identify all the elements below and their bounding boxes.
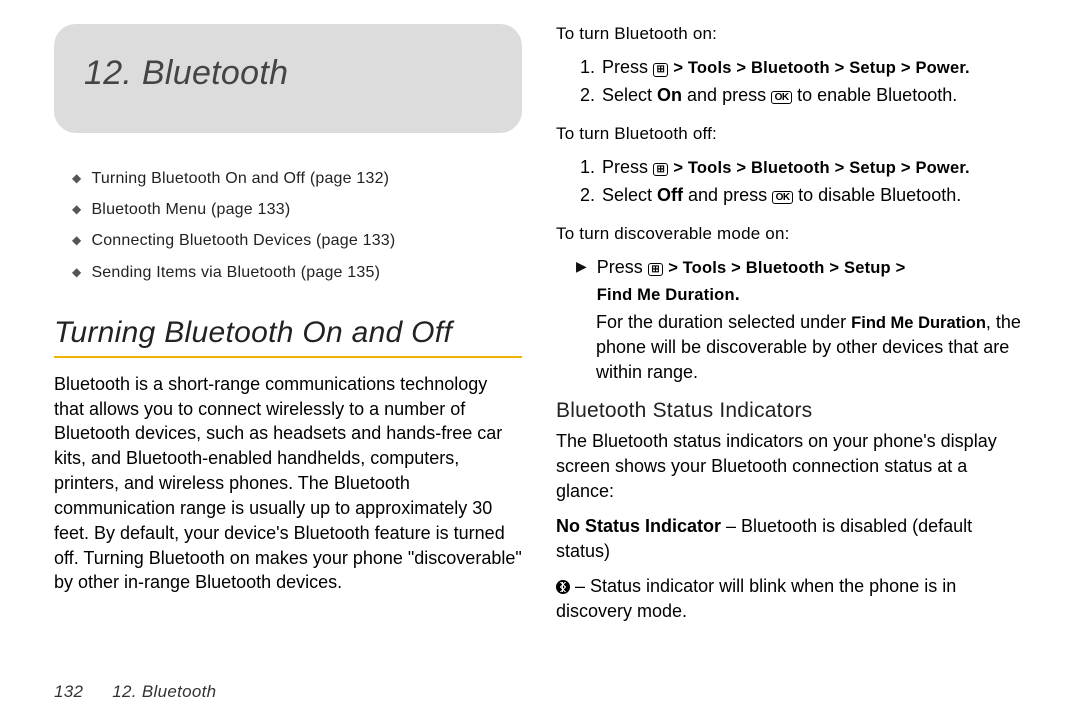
- step-text: to disable Bluetooth.: [793, 185, 961, 205]
- status-indicator-none: No Status Indicator – Bluetooth is disab…: [556, 514, 1024, 564]
- toc-item: ◆ Connecting Bluetooth Devices (page 133…: [72, 225, 522, 256]
- right-column: To turn Bluetooth on: Press ⊞ > Tools > …: [556, 24, 1024, 676]
- menu-key-icon: ⊞: [648, 263, 663, 277]
- path-separator: >: [673, 59, 683, 77]
- bluetooth-icon: [556, 580, 570, 594]
- step-text: Press: [602, 57, 653, 77]
- step-item: Press ⊞ > Tools > Bluetooth > Setup > Po…: [600, 154, 1024, 182]
- chapter-number: 12.: [84, 54, 132, 92]
- status-label: No Status Indicator: [556, 516, 721, 536]
- status-indicator-discovery: – Status indicator will blink when the p…: [556, 574, 1024, 624]
- menu-key-icon: ⊞: [653, 163, 668, 177]
- bullet-diamond-icon: ◆: [72, 257, 81, 287]
- menu-path: Tools > Bluetooth > Setup > Power.: [683, 59, 970, 77]
- discoverable-note: For the duration selected under Find Me …: [596, 310, 1024, 386]
- step-text: and press: [682, 85, 771, 105]
- sub-heading: Bluetooth Status Indicators: [556, 399, 1024, 423]
- step-text: to enable Bluetooth.: [792, 85, 957, 105]
- toc-list: ◆ Turning Bluetooth On and Off (page 132…: [72, 163, 522, 288]
- step-text: Select: [602, 85, 657, 105]
- page-number: 132: [54, 682, 83, 701]
- toc-item: ◆ Turning Bluetooth On and Off (page 132…: [72, 163, 522, 194]
- page-footer: 132 12. Bluetooth: [54, 676, 1040, 720]
- lead-text: To turn Bluetooth on:: [556, 24, 1024, 44]
- steps-turn-off: Press ⊞ > Tools > Bluetooth > Setup > Po…: [556, 154, 1024, 210]
- lead-text: To turn Bluetooth off:: [556, 124, 1024, 144]
- path-separator: >: [673, 159, 683, 177]
- two-column-layout: 12. Bluetooth ◆ Turning Bluetooth On and…: [54, 24, 1040, 676]
- bullet-diamond-icon: ◆: [72, 225, 81, 255]
- toc-item: ◆ Sending Items via Bluetooth (page 135): [72, 257, 522, 288]
- chapter-name: Bluetooth: [142, 54, 288, 92]
- steps-turn-on: Press ⊞ > Tools > Bluetooth > Setup > Po…: [556, 54, 1024, 110]
- period: .: [735, 284, 740, 304]
- bullet-diamond-icon: ◆: [72, 163, 81, 193]
- step-item: Press ⊞ > Tools > Bluetooth > Setup > Po…: [600, 54, 1024, 82]
- menu-path: Tools > Bluetooth > Setup >: [678, 259, 906, 277]
- triangle-bullet-icon: ▶: [576, 254, 587, 308]
- find-me-label: Find Me Duration: [851, 314, 986, 332]
- left-column: 12. Bluetooth ◆ Turning Bluetooth On and…: [54, 24, 522, 676]
- toc-item: ◆ Bluetooth Menu (page 133): [72, 194, 522, 225]
- note-text: For the duration selected under: [596, 312, 851, 332]
- intro-paragraph: Bluetooth is a short-range communication…: [54, 372, 522, 595]
- chapter-title: 12. Bluetooth: [84, 54, 288, 92]
- toc-item-label: Bluetooth Menu (page 133): [91, 194, 290, 225]
- arrow-step-content: Press ⊞ > Tools > Bluetooth > Setup > Fi…: [597, 254, 906, 308]
- menu-path: Find Me Duration: [597, 286, 735, 304]
- bullet-diamond-icon: ◆: [72, 194, 81, 224]
- status-text: – Status indicator will blink when the p…: [556, 576, 956, 621]
- lead-text: To turn discoverable mode on:: [556, 224, 1024, 244]
- toc-item-label: Sending Items via Bluetooth (page 135): [91, 257, 380, 288]
- step-text: and press: [683, 185, 772, 205]
- path-separator: >: [668, 259, 678, 277]
- step-text: Select: [602, 185, 657, 205]
- sub-intro: The Bluetooth status indicators on your …: [556, 429, 1024, 503]
- option-off: Off: [657, 185, 683, 205]
- section-heading: Turning Bluetooth On and Off: [54, 316, 522, 350]
- toc-item-label: Turning Bluetooth On and Off (page 132): [91, 163, 389, 194]
- ok-key-icon: OK: [772, 191, 793, 205]
- toc-item-label: Connecting Bluetooth Devices (page 133): [91, 225, 395, 256]
- step-text: Press: [602, 157, 653, 177]
- step-item: Select Off and press OK to disable Bluet…: [600, 182, 1024, 210]
- ok-key-icon: OK: [771, 91, 792, 105]
- menu-key-icon: ⊞: [653, 63, 668, 77]
- option-on: On: [657, 85, 682, 105]
- heading-rule: [54, 356, 522, 358]
- running-head: 12. Bluetooth: [112, 682, 216, 701]
- step-item: Select On and press OK to enable Bluetoo…: [600, 82, 1024, 110]
- step-text: Press: [597, 257, 648, 277]
- arrow-step: ▶ Press ⊞ > Tools > Bluetooth > Setup > …: [576, 254, 1024, 308]
- menu-path: Tools > Bluetooth > Setup > Power.: [683, 159, 970, 177]
- page: 12. Bluetooth ◆ Turning Bluetooth On and…: [0, 0, 1080, 720]
- chapter-heading-box: 12. Bluetooth: [54, 24, 522, 133]
